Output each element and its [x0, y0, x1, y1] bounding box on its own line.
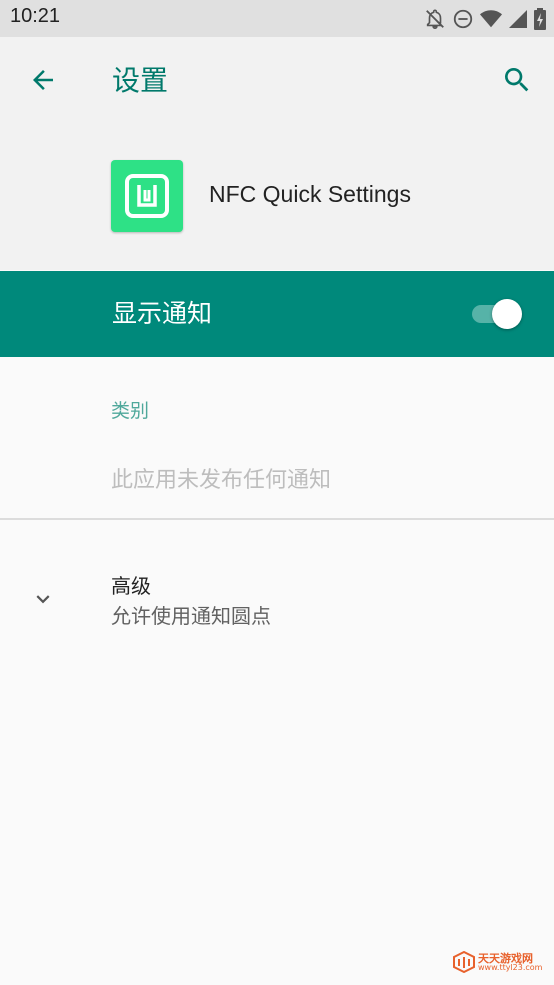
watermark-logo-icon	[452, 950, 476, 974]
search-button[interactable]	[494, 59, 540, 105]
advanced-preference[interactable]: 高级 允许使用通知圆点	[0, 540, 554, 650]
app-name: NFC Quick Settings	[209, 181, 411, 207]
app-bar: 设置 NFC Quick Settings	[0, 37, 554, 270]
watermark-text: 天天游戏网 www.ttyl23.com	[478, 953, 542, 972]
page-title: 设置	[112, 64, 169, 97]
watermark-title: 天天游戏网	[478, 951, 533, 965]
do-not-disturb-icon	[452, 8, 474, 30]
nfc-app-icon	[111, 160, 183, 232]
show-notifications-label: 显示通知	[112, 299, 213, 328]
watermark-url: www.ttyl23.com	[478, 962, 543, 972]
status-time: 10:21	[10, 5, 61, 27]
cell-signal-icon	[508, 9, 528, 29]
advanced-summary: 允许使用通知圆点	[111, 604, 271, 628]
watermark: 天天游戏网 www.ttyl23.com	[452, 949, 552, 975]
no-notifications-text: 此应用未发布任何通知	[111, 468, 332, 493]
battery-charging-icon	[534, 8, 546, 30]
chevron-down-icon	[28, 584, 58, 614]
back-button[interactable]	[20, 59, 66, 105]
wifi-icon	[480, 9, 502, 29]
status-icons	[424, 8, 546, 30]
arrow-back-icon	[28, 65, 58, 99]
divider	[0, 518, 554, 520]
search-icon	[501, 64, 533, 100]
advanced-title: 高级	[111, 574, 151, 598]
notifications-off-icon	[424, 8, 446, 30]
category-header: 类别	[111, 400, 150, 422]
status-bar: 10:21	[0, 0, 554, 37]
show-notifications-toggle[interactable]	[472, 299, 526, 329]
toggle-thumb	[492, 299, 522, 329]
show-notifications-switch-bar[interactable]: 显示通知	[0, 271, 554, 357]
